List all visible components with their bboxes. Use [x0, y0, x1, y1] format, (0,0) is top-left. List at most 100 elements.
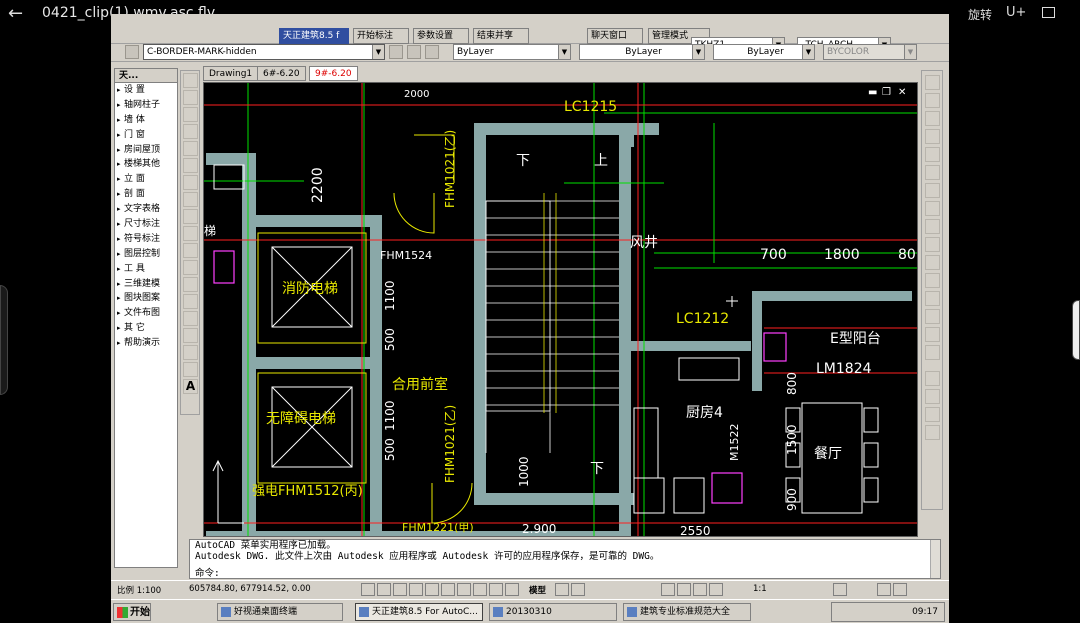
ellipse-arc-icon[interactable] [183, 243, 198, 258]
task-standards[interactable]: 建筑专业标准规范大全 [623, 603, 751, 621]
lineweight-combo[interactable]: ByLayer ▼ [713, 44, 815, 60]
plotstyle-combo[interactable]: BYCOLOR ▼ [823, 44, 917, 60]
close-icon[interactable]: ✕ [898, 87, 906, 98]
insert-block-icon[interactable] [183, 260, 198, 275]
dyn-toggle[interactable] [473, 583, 487, 596]
showmotion-icon[interactable] [709, 583, 723, 596]
join-icon[interactable] [925, 291, 940, 306]
menu-item-door-window[interactable]: 门 窗 [115, 128, 177, 143]
fillet-icon[interactable] [925, 327, 940, 342]
top-tab-4[interactable]: 结束并享 [473, 28, 529, 44]
otrack-toggle[interactable] [441, 583, 455, 596]
menu-item-room-roof[interactable]: 房间屋顶 [115, 143, 177, 158]
right-side-handle[interactable] [1072, 300, 1080, 360]
explode-icon[interactable] [925, 345, 940, 360]
make-block-icon[interactable] [183, 277, 198, 292]
quickview-drawing-icon[interactable] [571, 583, 585, 596]
pan-icon[interactable] [661, 583, 675, 596]
menu-item-help[interactable]: 帮助演示 [115, 336, 177, 351]
extend-icon[interactable] [925, 255, 940, 270]
menu-item-dimension[interactable]: 尺寸标注 [115, 217, 177, 232]
grid-toggle[interactable] [377, 583, 391, 596]
mirror-icon[interactable] [925, 111, 940, 126]
annotation-scale[interactable]: 1:1 [753, 584, 767, 594]
circle-icon[interactable] [183, 175, 198, 190]
top-tab-3[interactable]: 参数设置 [413, 28, 469, 44]
ducs-toggle[interactable] [457, 583, 471, 596]
uplus-button[interactable]: U+ [1006, 5, 1026, 20]
layer-manager-icon[interactable] [125, 45, 139, 59]
hatch-icon[interactable] [183, 311, 198, 326]
bring-front-icon[interactable] [925, 389, 940, 404]
rotate-icon[interactable] [925, 183, 940, 198]
tab-6-6-20[interactable]: 6#-6.20 [257, 66, 306, 81]
line-icon[interactable] [183, 73, 198, 88]
color-combo[interactable]: ByLayer ▼ [453, 44, 571, 60]
menu-item-wall[interactable]: 墙 体 [115, 113, 177, 128]
ellipse-icon[interactable] [183, 226, 198, 241]
menu-item-layer-control[interactable]: 图层控制 [115, 247, 177, 262]
move-icon[interactable] [925, 165, 940, 180]
task-video-conf[interactable]: 好视通桌面终端 [217, 603, 343, 621]
trim-icon[interactable] [925, 237, 940, 252]
region-icon[interactable] [183, 345, 198, 360]
qp-toggle[interactable] [505, 583, 519, 596]
polygon-icon[interactable] [183, 124, 198, 139]
minimize-icon[interactable]: ▬ [868, 87, 877, 98]
task-folder[interactable]: 20130310 [489, 603, 617, 621]
restore-icon[interactable]: ❐ [882, 87, 891, 98]
scale-indicator[interactable]: 比例 1:100 [117, 584, 161, 596]
send-back-icon[interactable] [925, 407, 940, 422]
quickview-layout-icon[interactable] [555, 583, 569, 596]
arc-icon[interactable] [183, 158, 198, 173]
make-current-icon[interactable] [389, 45, 403, 59]
zoom-icon[interactable] [677, 583, 691, 596]
menu-item-section[interactable]: 剖 面 [115, 187, 177, 202]
menu-item-block-pattern[interactable]: 图块图案 [115, 291, 177, 306]
tab-drawing1[interactable]: Drawing1 [203, 66, 259, 81]
menu-item-tools[interactable]: 工 具 [115, 262, 177, 277]
menu-item-symbol[interactable]: 符号标注 [115, 232, 177, 247]
chamfer-icon[interactable] [925, 309, 940, 324]
menu-item-elevation[interactable]: 立 面 [115, 172, 177, 187]
lineweight-toggle[interactable] [489, 583, 503, 596]
text-front-icon[interactable] [925, 425, 940, 440]
workspace-icon[interactable] [833, 583, 847, 596]
layer-previous-icon[interactable] [407, 45, 421, 59]
command-scrollbar[interactable] [930, 540, 940, 578]
rotate-button[interactable]: 旋转 [968, 6, 992, 23]
menu-item-settings[interactable]: 设 置 [115, 83, 177, 98]
layer-state-icon[interactable] [425, 45, 439, 59]
lock-icon[interactable] [877, 583, 891, 596]
menu-item-axis-column[interactable]: 轴网柱子 [115, 98, 177, 113]
top-tab-5[interactable]: 聊天窗口 [587, 28, 643, 44]
layer-combo[interactable]: C-BORDER-MARK-hidden ▼ [143, 44, 385, 60]
ortho-toggle[interactable] [393, 583, 407, 596]
revcloud-icon[interactable] [183, 192, 198, 207]
osnap-toggle[interactable] [425, 583, 439, 596]
table-icon[interactable] [183, 362, 198, 377]
draworder-icon[interactable] [925, 371, 940, 386]
linetype-combo[interactable]: ByLayer ▼ [579, 44, 705, 60]
polyline-icon[interactable] [183, 107, 198, 122]
erase-icon[interactable] [925, 75, 940, 90]
steering-wheel-icon[interactable] [693, 583, 707, 596]
offset-icon[interactable] [925, 129, 940, 144]
top-tab-1[interactable]: 天正建筑8.5 f [279, 28, 349, 44]
copy-icon[interactable] [925, 93, 940, 108]
task-tangent[interactable]: 天正建筑8.5 For AutoC... [355, 603, 483, 621]
rectangle-icon[interactable] [183, 141, 198, 156]
construction-line-icon[interactable] [183, 90, 198, 105]
clean-screen-icon[interactable] [893, 583, 907, 596]
top-tab-2[interactable]: 开始标注 [353, 28, 409, 44]
back-arrow-icon[interactable]: ← [8, 3, 23, 24]
left-side-handle[interactable] [0, 285, 8, 395]
menu-item-layout[interactable]: 文件布图 [115, 306, 177, 321]
menu-item-stair-other[interactable]: 楼梯其他 [115, 157, 177, 172]
menu-item-3d-model[interactable]: 三维建模 [115, 277, 177, 292]
menu-item-other[interactable]: 其 它 [115, 321, 177, 336]
drawing-canvas[interactable]: ▬ ❐ ✕ LC1215 上 下 下 FHM1021(乙) FHM1021(乙)… [203, 82, 918, 553]
snap-toggle[interactable] [361, 583, 375, 596]
pip-icon[interactable] [1042, 7, 1055, 18]
polar-toggle[interactable] [409, 583, 423, 596]
